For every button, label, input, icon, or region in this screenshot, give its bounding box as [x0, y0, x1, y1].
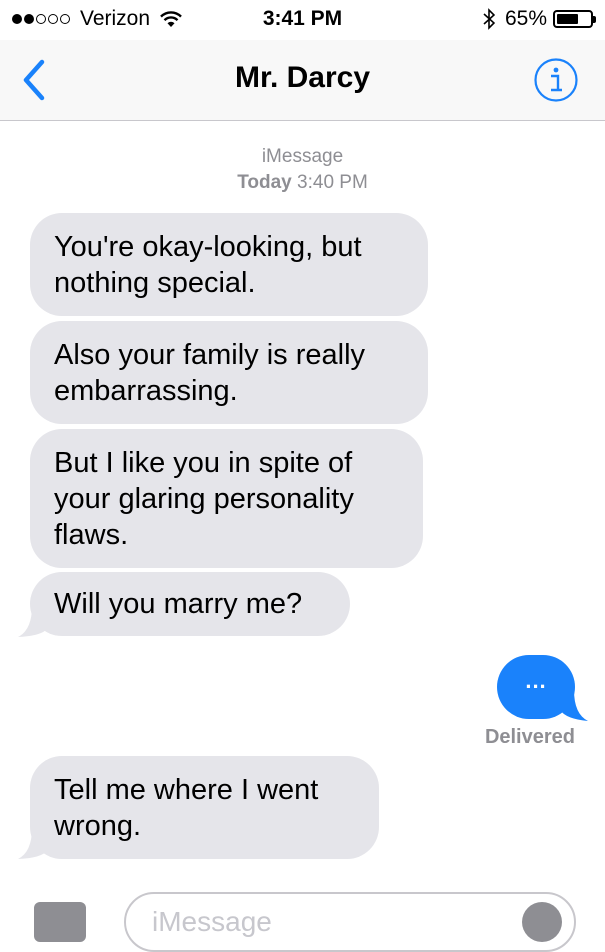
message-bubble-received[interactable]: Tell me where I went wrong.: [30, 756, 379, 859]
delivery-status: Delivered: [484, 726, 575, 748]
bubble-tail: [18, 606, 48, 637]
message-input[interactable]: iMessage: [124, 892, 576, 952]
message-bubble-received[interactable]: Also your family is really embarrassing.: [30, 321, 428, 424]
thread-timestamp: Today 3:40 PM: [0, 172, 605, 194]
info-button[interactable]: [533, 57, 579, 103]
service-label: iMessage: [261, 146, 344, 167]
camera-button[interactable]: [34, 902, 86, 942]
message-bubble-received[interactable]: You're okay-looking, but nothing special…: [30, 213, 428, 316]
battery-icon: [553, 10, 596, 28]
battery-level: [557, 14, 578, 24]
bluetooth-icon: [483, 8, 495, 30]
navigation-bar: Mr. Darcy: [0, 40, 605, 121]
battery-percent: 65%: [504, 7, 547, 30]
timestamp-day: Today: [237, 172, 292, 193]
message-bubble-received[interactable]: But I like you in spite of your glaring …: [30, 429, 423, 568]
bubble-tail: [560, 690, 588, 721]
timestamp-time: 3:40 PM: [297, 172, 368, 193]
status-right: 65%: [483, 7, 596, 31]
status-bar: Verizon 3:41 PM 65%: [0, 0, 605, 40]
message-bubble-received[interactable]: Will you marry me?: [30, 572, 350, 636]
microphone-icon[interactable]: [522, 902, 562, 942]
conversation-title[interactable]: Mr. Darcy: [0, 61, 605, 95]
bubble-tail: [18, 828, 48, 859]
message-composer: iMessage: [0, 872, 605, 952]
message-input-placeholder: iMessage: [152, 906, 272, 937]
info-icon: [534, 58, 578, 102]
